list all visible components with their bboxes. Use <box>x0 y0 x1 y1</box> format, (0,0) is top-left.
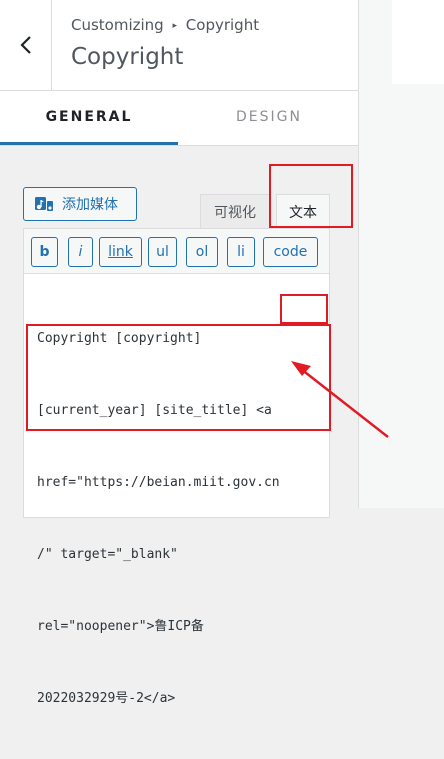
bold-button[interactable]: b <box>31 237 58 267</box>
breadcrumb-parent: Customizing <box>71 16 164 34</box>
tab-visual-mode[interactable]: 可视化 <box>200 194 270 228</box>
link-button-label: link <box>108 244 133 260</box>
ol-button[interactable]: ol <box>186 237 218 267</box>
editor-line: [current_year] [site_title] <a <box>37 403 272 418</box>
breadcrumb-current: Copyright <box>185 16 260 34</box>
media-icon <box>35 197 53 211</box>
link-button[interactable]: link <box>99 237 142 267</box>
breadcrumb: Customizing ▸ Copyright <box>71 16 259 34</box>
back-button[interactable] <box>0 0 52 90</box>
add-media-label: 添加媒体 <box>62 197 118 213</box>
editor-line: 2022032929号-2</a> <box>37 691 176 706</box>
editor-line: href="https://beian.miit.gov.cn <box>37 475 280 490</box>
li-button[interactable]: li <box>227 237 255 267</box>
text-editor: b i link ul ol li code Copyright [copyri… <box>23 228 330 706</box>
chevron-left-icon <box>19 36 31 54</box>
tab-design[interactable]: DESIGN <box>180 91 358 145</box>
page-title: Copyright <box>71 44 184 70</box>
code-button[interactable]: code <box>263 237 318 267</box>
tab-general[interactable]: GENERAL <box>0 91 178 145</box>
italic-button[interactable]: i <box>68 237 93 267</box>
ul-button[interactable]: ul <box>148 237 177 267</box>
customizer-header: Customizing ▸ Copyright Copyright <box>0 0 358 91</box>
section-tabs: GENERAL DESIGN <box>0 91 358 146</box>
editor-line: Copyright [copyright] <box>37 331 202 346</box>
tab-text-mode[interactable]: 文本 <box>276 194 330 228</box>
editor-textarea[interactable]: Copyright [copyright] [current_year] [si… <box>37 279 327 759</box>
preview-card <box>392 0 444 84</box>
add-media-button[interactable]: 添加媒体 <box>23 187 137 221</box>
breadcrumb-separator: ▸ <box>172 21 178 31</box>
editor-line: /" target="_blank" <box>37 547 178 562</box>
editor-line: rel="noopener">鲁ICP备 <box>37 619 204 634</box>
quicktags-toolbar: b i link ul ol li code <box>24 229 329 274</box>
